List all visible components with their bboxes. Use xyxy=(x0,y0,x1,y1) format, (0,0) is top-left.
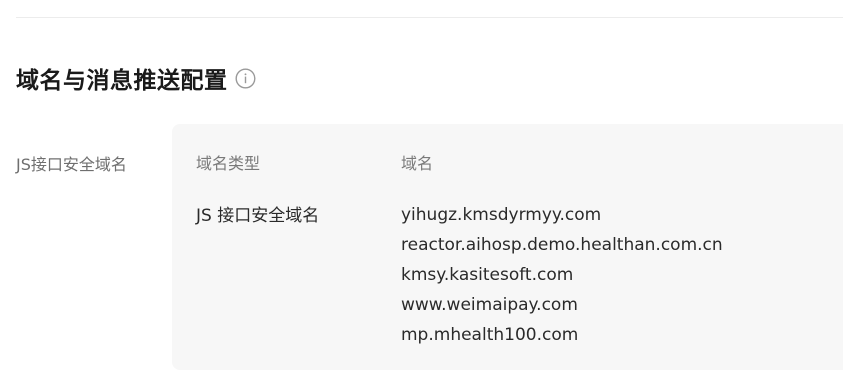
domain-item: reactor.aihosp.demo.healthan.com.cn xyxy=(401,235,723,255)
domain-list: yihugz.kmsdyrmyy.com reactor.aihosp.demo… xyxy=(401,200,723,350)
domain-type-cell: JS 接口安全域名 xyxy=(196,206,320,226)
section-header: 域名与消息推送配置 xyxy=(16,62,256,94)
js-domain-row-label: JS接口安全域名 xyxy=(16,155,127,174)
domain-item: kmsy.kasitesoft.com xyxy=(401,265,574,285)
section-title: 域名与消息推送配置 xyxy=(16,68,228,94)
top-divider xyxy=(16,17,843,18)
info-icon[interactable] xyxy=(234,67,256,89)
column-header-domain: 域名 xyxy=(401,154,434,173)
domain-item: mp.mhealth100.com xyxy=(401,325,579,345)
domain-item: www.weimaipay.com xyxy=(401,295,578,315)
domain-config-panel: 域名类型 域名 JS 接口安全域名 yihugz.kmsdyrmyy.com r… xyxy=(172,124,843,370)
domain-item: yihugz.kmsdyrmyy.com xyxy=(401,205,602,225)
column-header-domain-type: 域名类型 xyxy=(196,154,261,173)
